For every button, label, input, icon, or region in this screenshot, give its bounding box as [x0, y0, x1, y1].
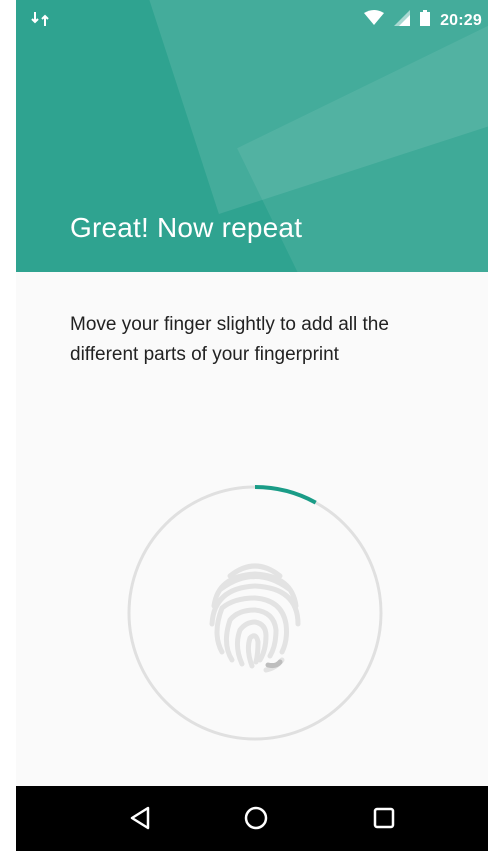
device-screen: 20:29 Great! Now repeat Move your finger… [16, 0, 488, 851]
enroll-header: 20:29 Great! Now repeat [16, 0, 488, 272]
enroll-content: Move your finger slightly to add all the… [16, 272, 488, 786]
screen: 20:29 Great! Now repeat Move your finger… [0, 0, 488, 851]
battery-icon [420, 10, 431, 31]
recents-button[interactable] [364, 798, 404, 838]
fingerprint-progress [126, 484, 384, 742]
fingerprint-icon [209, 563, 301, 673]
page-title: Great! Now repeat [70, 212, 303, 243]
fingerprint-progress-mark [265, 659, 283, 669]
recents-icon [373, 807, 395, 829]
sync-icon [30, 9, 50, 29]
progress-ring-fill [254, 485, 317, 505]
cell-signal-icon [394, 10, 411, 31]
wifi-icon [364, 10, 385, 31]
fingerprint-graphic [127, 485, 383, 741]
back-icon [130, 806, 150, 830]
status-bar: 20:29 [16, 0, 488, 40]
progress-ring-track [127, 485, 383, 741]
instruction-text: Move your finger slightly to add all the… [70, 314, 389, 365]
back-button[interactable] [120, 798, 160, 838]
status-time: 20:29 [440, 11, 482, 29]
navigation-bar [16, 786, 488, 851]
home-button[interactable] [236, 798, 276, 838]
home-icon [244, 806, 268, 830]
status-icons: 20:29 [364, 10, 482, 31]
